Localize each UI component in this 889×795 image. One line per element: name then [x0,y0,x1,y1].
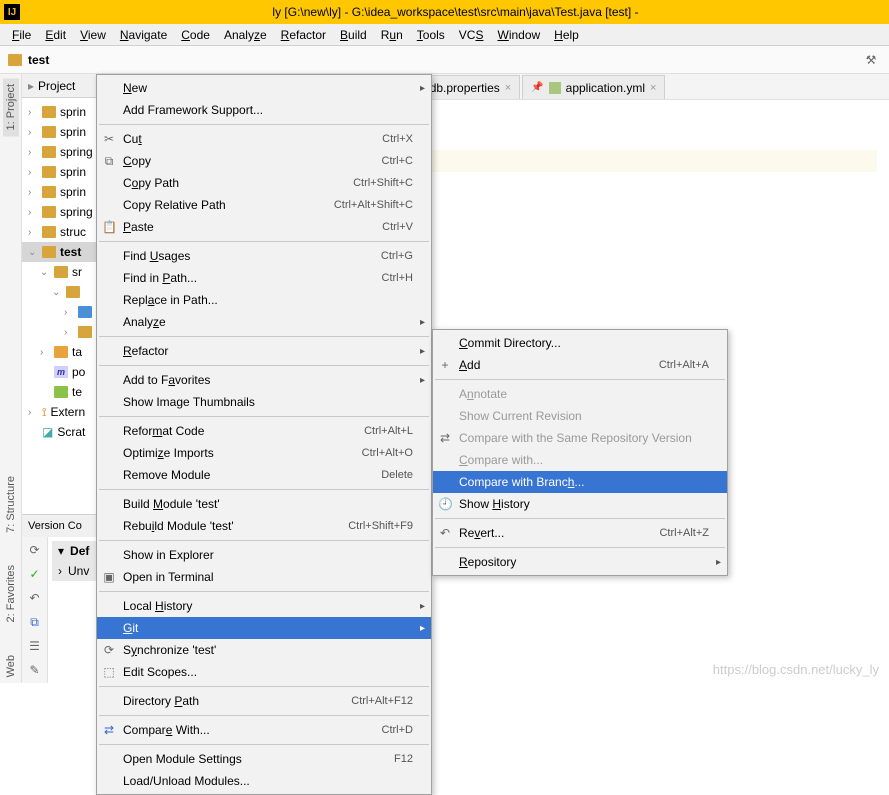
menu-reformat[interactable]: Reformat CodeCtrl+Alt+L [97,420,431,442]
menu-navigate[interactable]: Navigate [114,26,173,44]
menu-git[interactable]: Git▸ [97,617,431,639]
menu-copy-relative-path[interactable]: Copy Relative PathCtrl+Alt+Shift+C [97,194,431,216]
menu-rebuild-module[interactable]: Rebuild Module 'test'Ctrl+Shift+F9 [97,515,431,537]
menu-show-current-revision: Show Current Revision [433,405,727,427]
menu-edit-scopes[interactable]: ⬚Edit Scopes... [97,661,431,683]
cut-icon: ✂ [102,132,116,146]
vc-commit-icon[interactable]: ✓ [26,565,44,583]
menu-view[interactable]: View [74,26,112,44]
menu-new[interactable]: New▸ [97,77,431,99]
vc-diff-icon[interactable]: ⧉ [26,613,44,631]
project-breadcrumb[interactable]: test [28,53,49,67]
menu-add-favorites[interactable]: Add to Favorites▸ [97,369,431,391]
pin-icon: 📌 [531,82,543,93]
plus-icon: + [438,358,452,372]
menu-help[interactable]: Help [548,26,585,44]
compare-icon: ⇄ [438,431,452,445]
vc-revert-icon[interactable]: ↶ [26,589,44,607]
menu-load-unload[interactable]: Load/Unload Modules... [97,770,431,792]
menu-analyze[interactable]: Analyze [218,26,273,44]
sync-icon: ⟳ [102,643,116,657]
menu-compare-same-repo: ⇄Compare with the Same Repository Versio… [433,427,727,449]
menu-directory-path[interactable]: Directory PathCtrl+Alt+F12 [97,690,431,712]
menu-copy-path[interactable]: Copy PathCtrl+Shift+C [97,172,431,194]
tab-application-yml[interactable]: 📌application.yml× [522,75,665,99]
revert-icon: ↶ [438,526,452,540]
menu-show-thumbnails[interactable]: Show Image Thumbnails [97,391,431,413]
menu-run[interactable]: Run [375,26,409,44]
menu-replace-in-path[interactable]: Replace in Path... [97,289,431,311]
menu-compare-with[interactable]: ⇄Compare With...Ctrl+D [97,719,431,741]
close-icon[interactable]: × [650,82,656,94]
context-menu-main: New▸ Add Framework Support... ✂CutCtrl+X… [96,74,432,795]
vc-toolbar: ⟳ ✓ ↶ ⧉ ☰ ✎ [22,537,48,683]
build-button[interactable]: ⚒ [861,50,881,70]
menu-paste[interactable]: 📋PasteCtrl+V [97,216,431,238]
menu-commit-dir[interactable]: Commit Directory... [433,332,727,354]
tool-project[interactable]: 1: Project [3,78,19,136]
menubar: File Edit View Navigate Code Analyze Ref… [0,24,889,46]
watermark: https://blog.csdn.net/lucky_ly [713,662,879,677]
menu-analyze[interactable]: Analyze▸ [97,311,431,333]
close-icon[interactable]: × [505,82,511,94]
vc-changelist-icon[interactable]: ☰ [26,637,44,655]
menu-add-framework[interactable]: Add Framework Support... [97,99,431,121]
menu-build[interactable]: Build [334,26,373,44]
menu-refactor[interactable]: Refactor▸ [97,340,431,362]
copy-icon: ⧉ [102,154,116,169]
menu-cut[interactable]: ✂CutCtrl+X [97,128,431,150]
tool-structure[interactable]: 7: Structure [3,470,19,539]
menu-git-add[interactable]: +AddCtrl+Alt+A [433,354,727,376]
titlebar: IJ ly [G:\new\ly] - G:\idea_workspace\te… [0,0,889,24]
menu-optimize-imports[interactable]: Optimize ImportsCtrl+Alt+O [97,442,431,464]
intellij-icon: IJ [4,4,20,20]
left-tool-strip: 1: Project 7: Structure 2: Favorites Web [0,74,22,683]
vc-refresh-icon[interactable]: ⟳ [26,541,44,559]
tool-web[interactable]: Web [3,649,19,683]
compare-icon: ⇄ [102,723,116,737]
scopes-icon: ⬚ [102,665,116,679]
menu-window[interactable]: Window [491,26,546,44]
menu-file[interactable]: File [6,26,37,44]
menu-tools[interactable]: Tools [411,26,451,44]
menu-copy[interactable]: ⧉CopyCtrl+C [97,150,431,172]
window-title: ly [G:\new\ly] - G:\idea_workspace\test\… [26,5,885,19]
menu-open-terminal[interactable]: ▣Open in Terminal [97,566,431,588]
menu-revert[interactable]: ↶Revert...Ctrl+Alt+Z [433,522,727,544]
context-menu-git: Commit Directory... +AddCtrl+Alt+A Annot… [432,329,728,576]
menu-build-module[interactable]: Build Module 'test' [97,493,431,515]
menu-code[interactable]: Code [175,26,216,44]
menu-annotate: Annotate [433,383,727,405]
menu-open-module-settings[interactable]: Open Module SettingsF12 [97,748,431,770]
menu-remove-module[interactable]: Remove ModuleDelete [97,464,431,486]
terminal-icon: ▣ [102,570,116,584]
menu-find-in-path[interactable]: Find in Path...Ctrl+H [97,267,431,289]
tool-favorites[interactable]: 2: Favorites [3,559,19,628]
menu-repository[interactable]: Repository▸ [433,551,727,573]
navigation-bar: test ⚒ [0,46,889,74]
collapse-icon[interactable]: ▸ [28,79,34,93]
menu-synchronize[interactable]: ⟳Synchronize 'test' [97,639,431,661]
menu-refactor[interactable]: Refactor [275,26,332,44]
history-icon: 🕘 [438,497,452,511]
folder-icon [8,54,22,66]
menu-compare-with-branch[interactable]: Compare with Branch... [433,471,727,493]
vc-shelve-icon[interactable]: ✎ [26,661,44,679]
paste-icon: 📋 [102,220,116,234]
menu-compare-with: Compare with... [433,449,727,471]
menu-vcs[interactable]: VCS [453,26,490,44]
menu-edit[interactable]: Edit [39,26,72,44]
menu-local-history[interactable]: Local History▸ [97,595,431,617]
menu-find-usages[interactable]: Find UsagesCtrl+G [97,245,431,267]
menu-show-history[interactable]: 🕘Show History [433,493,727,515]
menu-show-in-explorer[interactable]: Show in Explorer [97,544,431,566]
